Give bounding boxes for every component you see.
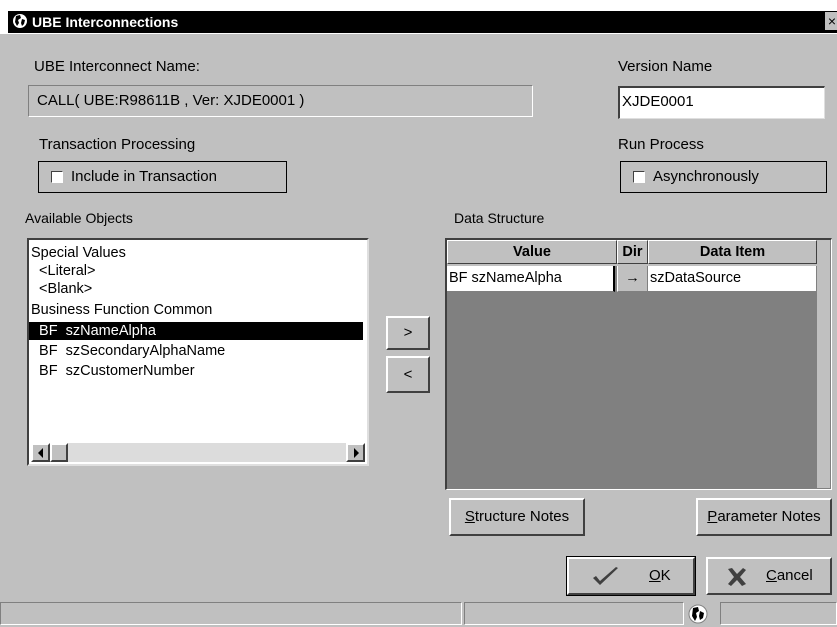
table-cell-data-item[interactable]: szDataSource — [648, 266, 817, 292]
structure-notes-button[interactable]: Structure Notes — [449, 498, 585, 536]
status-pane-secondary — [464, 602, 684, 625]
version-name-label: Version Name — [618, 58, 713, 75]
asynchronously-checkbox[interactable] — [633, 171, 645, 183]
transaction-processing-label: Transaction Processing — [39, 136, 196, 153]
app-globe-icon — [13, 14, 27, 28]
data-structure-grid[interactable]: Value Dir Data Item BF szNameAlpha → szD… — [445, 238, 832, 490]
version-name-input[interactable]: XJDE0001 — [618, 86, 825, 119]
cancel-button[interactable]: Cancel — [706, 557, 832, 595]
list-item[interactable]: BF szCustomerNumber — [31, 362, 195, 380]
ok-button[interactable]: OK — [566, 556, 696, 596]
parameter-notes-mnemonic: P — [707, 508, 718, 525]
status-pane-right — [720, 602, 837, 625]
list-item[interactable]: <Blank> — [31, 280, 92, 298]
scroll-thumb[interactable] — [50, 443, 68, 462]
status-bar — [0, 600, 837, 627]
structure-notes-mnemonic: S — [464, 508, 475, 525]
parameter-notes-button[interactable]: Parameter Notes — [696, 498, 832, 536]
close-icon[interactable]: × — [825, 12, 837, 30]
cancel-mnemonic: C — [766, 567, 777, 584]
interconnect-name-field: CALL( UBE:R98611B , Ver: XJDE0001 ) — [28, 85, 533, 117]
add-to-structure-button[interactable]: > — [386, 316, 430, 350]
list-item[interactable]: <Literal> — [31, 262, 95, 280]
scroll-left-button[interactable] — [31, 443, 50, 462]
include-in-transaction-checkbox[interactable] — [51, 171, 63, 183]
list-item[interactable]: BF szSecondaryAlphaName — [31, 342, 225, 360]
data-structure-label: Data Structure — [454, 210, 545, 226]
run-process-group: Asynchronously — [620, 161, 827, 193]
window-title: UBE Interconnections — [32, 14, 179, 30]
cancel-label: ancel — [776, 567, 813, 584]
list-item[interactable]: Special Values — [31, 244, 126, 262]
ube-interconnections-dialog: UBE Interconnections × UBE Interconnect … — [0, 0, 837, 627]
available-objects-label: Available Objects — [25, 210, 133, 226]
status-pane-main — [0, 602, 462, 625]
table-cell-value[interactable]: BF szNameAlpha — [447, 266, 615, 292]
title-bar: UBE Interconnections × — [0, 0, 837, 34]
parameter-notes-label: arameter Notes — [717, 508, 821, 525]
list-item[interactable]: Business Function Common — [31, 301, 212, 319]
run-process-label: Run Process — [618, 136, 704, 153]
transaction-processing-group: Include in Transaction — [38, 161, 287, 193]
available-objects-listbox[interactable]: Special Values <Literal> <Blank> Busines… — [27, 238, 369, 466]
arrow-right-icon — [353, 448, 359, 458]
ok-label: K — [660, 567, 671, 584]
asynchronously-label[interactable]: Asynchronously — [653, 168, 759, 186]
column-header-dir[interactable]: Dir — [617, 240, 648, 264]
column-header-value[interactable]: Value — [447, 240, 617, 264]
ok-mnemonic: O — [649, 567, 661, 584]
scroll-right-button[interactable] — [346, 443, 365, 462]
interconnect-name-label: UBE Interconnect Name: — [34, 58, 200, 75]
structure-notes-label: tructure Notes — [474, 508, 570, 525]
direction-arrow-icon[interactable]: → — [617, 266, 648, 292]
remove-from-structure-button[interactable]: < — [386, 356, 430, 393]
include-in-transaction-label[interactable]: Include in Transaction — [71, 168, 217, 186]
cancel-x-icon — [728, 568, 746, 586]
checkmark-icon — [593, 567, 618, 585]
horizontal-scrollbar[interactable] — [31, 443, 365, 462]
column-header-data-item[interactable]: Data Item — [648, 240, 817, 264]
grid-vertical-gutter — [817, 240, 830, 488]
globe-status-icon — [688, 604, 708, 624]
list-item-selected[interactable]: BF szNameAlpha — [29, 322, 363, 340]
arrow-left-icon — [37, 448, 43, 458]
